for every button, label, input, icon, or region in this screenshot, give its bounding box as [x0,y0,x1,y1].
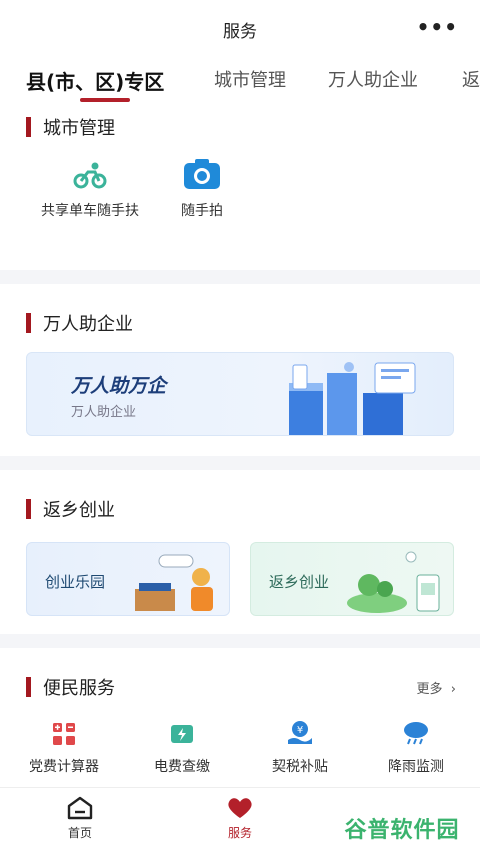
tab-city-management[interactable]: 城市管理 [214,66,286,92]
chevron-right-icon: › [446,682,456,697]
section-title-text: 万人助企业 [43,314,133,335]
section-bar [26,117,31,137]
city-management-section: 城市管理 共享单车随手扶 随手拍 [0,106,480,270]
nav-label: 服务 [227,826,252,840]
calculator-icon [53,723,75,745]
bike-icon [73,162,107,189]
section-title-text: 返乡创业 [43,500,115,521]
tab-return-home[interactable]: 返 [462,66,480,92]
item-label: 契税补贴 [272,759,328,775]
item-label: 党费计算器 [29,759,99,775]
nav-home[interactable]: 首页 [50,796,110,841]
enterprise-section: 万人助企业 万人助万企 万人助企业 [0,284,480,456]
heart-icon [228,798,252,818]
startup-park-card[interactable]: 创业乐园 [26,542,230,616]
card-label: 返乡创业 [269,573,330,591]
banner-title: 万人助万企 [71,375,167,397]
city-illustration [289,362,416,435]
more-dots-icon[interactable]: ••• [417,17,458,37]
section-title: 城市管理 [26,114,115,140]
section-title-text: 城市管理 [43,118,115,139]
rainfall-monitoring-item[interactable]: 降雨监测 [366,720,466,776]
svg-text:¥: ¥ [297,725,303,736]
electricity-fee-item[interactable]: 电费查缴 [132,722,232,776]
camera-icon [184,159,220,189]
shared-bike-item[interactable]: 共享单车随手扶 [30,160,150,220]
nav-label: 首页 [67,826,92,840]
tab-county-zone[interactable]: 县(市、区)专区 [26,66,164,95]
landscape-illustration [347,551,440,613]
page-title: 服务 [223,21,257,42]
watermark-text: 谷普软件园 [344,818,460,843]
item-label: 电费查缴 [154,759,210,775]
battery-icon [171,725,193,743]
party-fee-calculator-item[interactable]: 党费计算器 [14,722,114,776]
tab-enterprise-help[interactable]: 万人助企业 [328,66,418,92]
more-link[interactable]: 更多 › [417,678,457,697]
watermark: 谷普软件园 [332,809,472,847]
return-home-card[interactable]: 返乡创业 [250,542,454,616]
snapshot-item[interactable]: 随手拍 [172,158,232,220]
item-label: 随手拍 [181,203,223,219]
more-label: 更多 [416,682,443,697]
section-title: 返乡创业 [26,496,115,522]
tab-bar: 县(市、区)专区 城市管理 万人助企业 返 [0,58,480,106]
card-label: 创业乐园 [45,573,106,591]
nav-services[interactable]: 服务 [210,796,270,841]
enterprise-banner[interactable]: 万人助万企 万人助企业 [26,352,454,436]
rain-cloud-icon [404,722,428,745]
section-title: 万人助企业 [26,310,133,336]
home-icon [67,796,93,820]
item-label: 降雨监测 [388,759,444,775]
startup-section: 返乡创业 创业乐园 返乡创业 [0,470,480,634]
deed-tax-subsidy-item[interactable]: ¥ 契税补贴 [250,720,350,776]
active-tab-indicator [80,98,130,102]
convenience-section: 便民服务 更多 › 党费计算器 电费查缴 ¥ 契税补贴 降雨监测 [0,648,480,788]
section-bar [26,313,31,333]
yen-hand-icon: ¥ [288,721,312,744]
startup-illustration [135,554,213,611]
section-bar [26,677,31,697]
bottom-navigation: 首页 服务 谷普软件园 [0,787,480,853]
section-title: 便民服务 [26,674,115,700]
section-title-text: 便民服务 [43,678,115,699]
item-label: 共享单车随手扶 [41,203,139,219]
top-bar: 服务 ••• [0,0,480,58]
banner-subtitle: 万人助企业 [71,405,137,420]
section-bar [26,499,31,519]
